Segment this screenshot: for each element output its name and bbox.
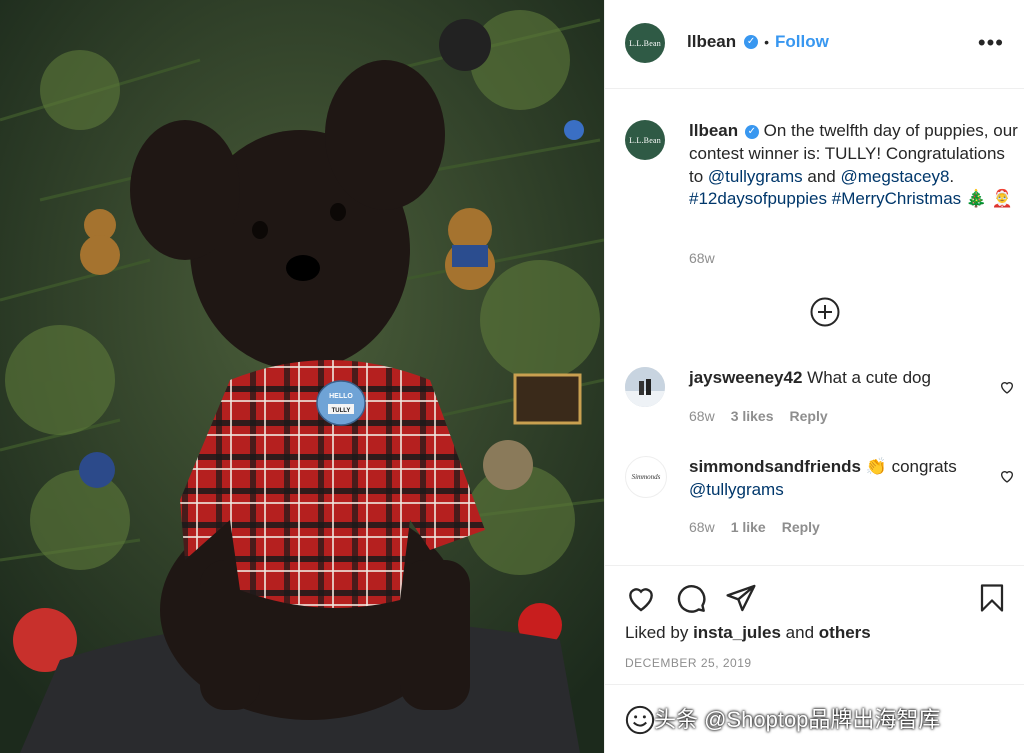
- author-row: llbean ✓ • Follow: [687, 32, 829, 52]
- liked-by-prefix: Liked by: [625, 623, 689, 642]
- more-icon[interactable]: •••: [978, 30, 1004, 56]
- bookmark-icon[interactable]: [977, 582, 1007, 614]
- commenter-avatar-text: Simmonds: [631, 473, 661, 481]
- comment-timestamp[interactable]: 68w: [689, 408, 715, 424]
- separator-dot: •: [764, 34, 770, 50]
- comment-body: What a cute dog: [807, 368, 931, 387]
- like-comment-heart-icon[interactable]: [999, 379, 1015, 395]
- dog-tag-line2: TULLY: [332, 408, 351, 414]
- emoji-icon[interactable]: [625, 705, 655, 735]
- heart-icon[interactable]: [625, 582, 657, 614]
- post-side-panel: L.L.Bean llbean ✓ • Follow ••• L.L.Bean …: [604, 0, 1024, 753]
- comment-likes[interactable]: 1 like: [731, 519, 766, 535]
- post-header: L.L.Bean llbean ✓ • Follow •••: [605, 0, 1024, 89]
- commenter-avatar[interactable]: Simmonds: [625, 456, 667, 498]
- action-bar: [605, 565, 1024, 613]
- liked-by-and: and: [785, 623, 815, 642]
- like-comment-heart-icon[interactable]: [999, 468, 1015, 484]
- comment-text: jaysweeney42 What a cute dog: [689, 367, 979, 390]
- verified-icon: ✓: [744, 124, 759, 139]
- caption-text: llbean ✓ On the twelfth day of puppies, …: [689, 120, 1019, 211]
- follow-button[interactable]: Follow: [775, 32, 829, 52]
- post-photo[interactable]: HELLO TULLY: [0, 0, 604, 753]
- comment-timestamp[interactable]: 68w: [689, 519, 715, 535]
- caption-timestamp[interactable]: 68w: [689, 250, 715, 266]
- comment-item: jaysweeney42 What a cute dog 68w 3 likes…: [625, 367, 1015, 437]
- share-icon[interactable]: [725, 582, 757, 614]
- add-comments-icon[interactable]: [810, 297, 840, 327]
- hashtag-link[interactable]: #MerryChristmas: [832, 189, 961, 208]
- caption-period: .: [949, 166, 955, 186]
- dog-photo-illustration: HELLO TULLY: [0, 0, 604, 753]
- mention-link[interactable]: @tullygrams: [708, 167, 803, 186]
- reply-button[interactable]: Reply: [782, 519, 820, 535]
- author-avatar[interactable]: L.L.Bean: [625, 23, 665, 63]
- commenter-username[interactable]: simmondsandfriends: [689, 457, 861, 476]
- comment-icon[interactable]: [675, 582, 707, 614]
- commenter-username[interactable]: jaysweeney42: [689, 368, 802, 387]
- mention-link[interactable]: @tullygrams: [689, 480, 784, 499]
- comment-body: congrats: [891, 457, 957, 476]
- post-date[interactable]: DECEMBER 25, 2019: [625, 656, 752, 670]
- caption-username[interactable]: llbean: [689, 121, 738, 140]
- watermark: 头条 @Shoptop品牌出海智库: [654, 707, 941, 732]
- caption-avatar-text: L.L.Bean: [629, 135, 661, 145]
- verified-icon: ✓: [744, 35, 759, 49]
- comment-meta: 68w 3 likes Reply: [689, 408, 828, 424]
- comment-emoji: 👏: [865, 457, 887, 476]
- comment-item: Simmonds simmondsandfriends 👏 congrats @…: [625, 456, 1015, 546]
- hashtag-link[interactable]: #12daysofpuppies: [689, 189, 827, 208]
- commenter-avatar[interactable]: [625, 367, 665, 407]
- comment-likes[interactable]: 3 likes: [731, 408, 774, 424]
- comment-text: simmondsandfriends 👏 congrats @tullygram…: [689, 456, 979, 502]
- author-avatar-text: L.L.Bean: [629, 38, 661, 48]
- reply-button[interactable]: Reply: [790, 408, 828, 424]
- comment-meta: 68w 1 like Reply: [689, 519, 820, 535]
- caption-avatar[interactable]: L.L.Bean: [625, 120, 665, 160]
- liked-by: Liked by insta_jules and others: [625, 623, 871, 643]
- dog-tag-line1: HELLO: [329, 393, 353, 400]
- caption-and: and: [807, 166, 836, 186]
- author-username[interactable]: llbean: [687, 32, 736, 52]
- caption-emoji: 🎄 🤶: [965, 189, 1013, 209]
- liked-by-others[interactable]: others: [819, 623, 871, 642]
- mention-link[interactable]: @megstacey8: [841, 167, 950, 186]
- liked-by-user[interactable]: insta_jules: [693, 623, 781, 642]
